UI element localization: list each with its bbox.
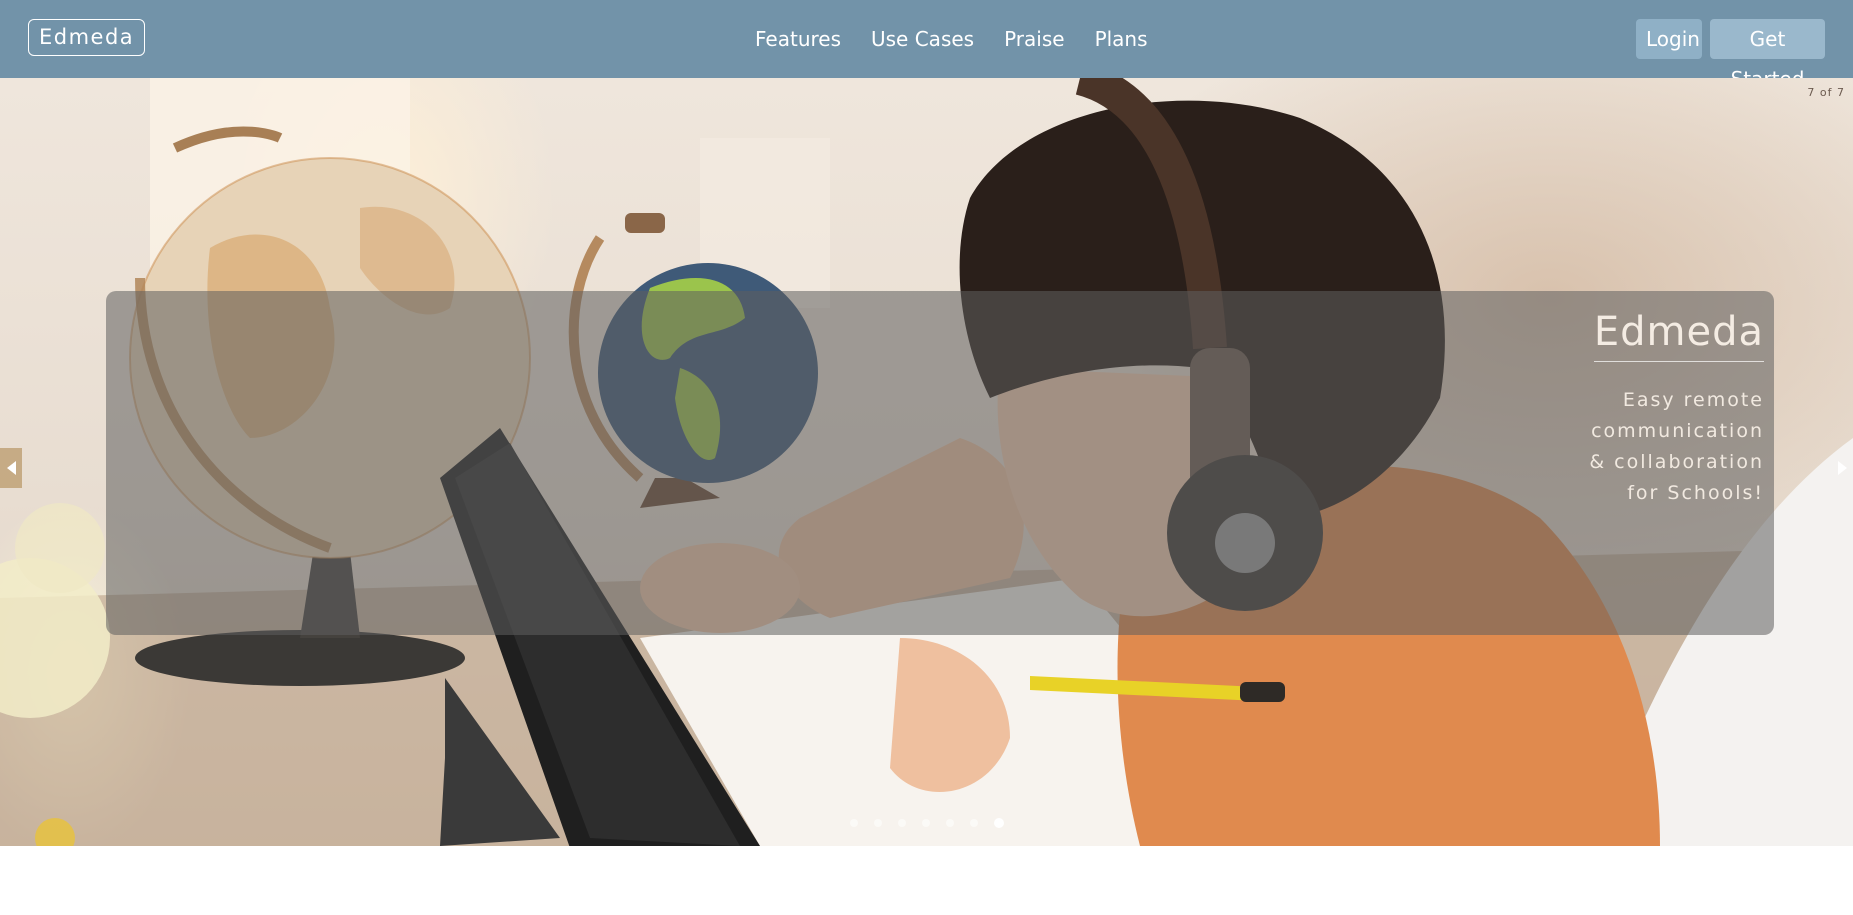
hero-carousel: 7 of 7 Edmeda Easy remote communication …	[0, 78, 1853, 846]
indicator-2[interactable]	[874, 819, 882, 827]
hero-caption-panel: Edmeda Easy remote communication & colla…	[106, 291, 1774, 635]
indicator-4[interactable]	[922, 819, 930, 827]
nav-use-cases[interactable]: Use Cases	[871, 27, 974, 51]
chevron-left-icon	[6, 461, 16, 475]
nav-plans[interactable]: Plans	[1095, 27, 1148, 51]
carousel-indicators	[850, 818, 1020, 828]
brand-logo[interactable]: Edmeda	[28, 19, 146, 56]
indicator-5[interactable]	[946, 819, 954, 827]
indicator-3[interactable]	[898, 819, 906, 827]
indicator-1[interactable]	[850, 819, 858, 827]
carousel-next-button[interactable]	[1831, 448, 1853, 488]
top-navbar: Edmeda Features Use Cases Praise Plans L…	[0, 0, 1853, 91]
carousel-prev-button[interactable]	[0, 448, 22, 488]
login-button[interactable]: Login	[1636, 19, 1702, 59]
caption-subtitle: Easy remote communication & collaboratio…	[1589, 389, 1764, 504]
indicator-7[interactable]	[994, 818, 1004, 828]
nav-features[interactable]: Features	[755, 27, 841, 51]
nav-praise[interactable]: Praise	[1004, 27, 1064, 51]
chevron-right-icon	[1837, 461, 1847, 475]
get-started-button[interactable]: Get Started	[1710, 19, 1825, 91]
main-nav: Features Use Cases Praise Plans	[755, 0, 1178, 78]
indicator-6[interactable]	[970, 819, 978, 827]
caption-title: Edmeda	[1593, 309, 1764, 362]
slide-counter: 7 of 7	[1807, 86, 1845, 99]
